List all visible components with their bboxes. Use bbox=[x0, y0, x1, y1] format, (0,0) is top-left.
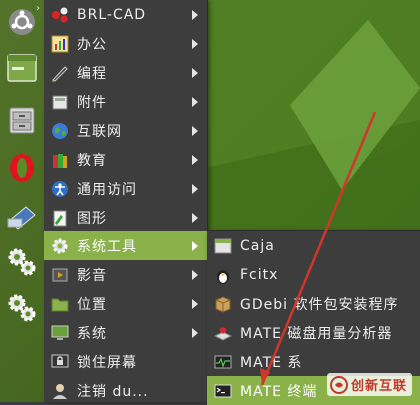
watermark-text: 创新互联 bbox=[350, 379, 407, 394]
settings-gears-icon[interactable] bbox=[4, 244, 40, 280]
menu-item-accessibility[interactable]: 通用访问 bbox=[44, 174, 207, 203]
lock-screen-icon bbox=[50, 352, 70, 372]
applications-menu: BRL-CAD 办公 编程 附件 互联网 教育 通用访问 图形 系统工具 影音 … bbox=[44, 0, 208, 402]
menu-item-label: 通用访问 bbox=[77, 181, 137, 198]
menu-item-education[interactable]: 教育 bbox=[44, 145, 207, 174]
menu-item-label: 注销 du... bbox=[77, 383, 149, 400]
submenu-arrow-icon bbox=[192, 67, 198, 78]
menu-item-label: 系统工具 bbox=[77, 238, 137, 255]
menu-item-label: BRL-CAD bbox=[77, 6, 147, 23]
submenu-arrow-icon bbox=[192, 240, 198, 251]
submenu-arrow-icon bbox=[192, 327, 198, 338]
submenu-arrow-icon bbox=[192, 298, 198, 309]
menu-item-label: 附件 bbox=[77, 94, 107, 111]
system-monitor-icon bbox=[50, 323, 70, 343]
menu-item-multimedia[interactable]: 影音 bbox=[44, 260, 207, 289]
submenu-item-label: MATE 终端 bbox=[240, 383, 318, 400]
submenu-item-caja[interactable]: Caja bbox=[207, 231, 420, 260]
disk-usage-icon bbox=[213, 323, 233, 343]
multimedia-icon bbox=[50, 265, 70, 285]
terminal-icon bbox=[213, 381, 233, 401]
internet-globe-icon bbox=[50, 121, 70, 141]
submenu-arrow-icon bbox=[192, 154, 198, 165]
scanner-icon[interactable] bbox=[4, 198, 40, 234]
menu-item-lock-screen[interactable]: 锁住屏幕 bbox=[44, 347, 207, 376]
menu-item-system-tools[interactable]: 系统工具 bbox=[44, 231, 207, 260]
menu-item-places[interactable]: 位置 bbox=[44, 289, 207, 318]
logout-user-icon bbox=[50, 381, 70, 401]
file-cabinet-icon[interactable] bbox=[4, 102, 40, 138]
gdebi-package-icon bbox=[213, 294, 233, 314]
menu-item-label: 系统 bbox=[77, 325, 107, 342]
menu-item-label: 位置 bbox=[77, 296, 107, 313]
fcitx-penguin-icon bbox=[213, 265, 233, 285]
menu-item-programming[interactable]: 编程 bbox=[44, 58, 207, 87]
menu-item-accessories[interactable]: 附件 bbox=[44, 87, 207, 116]
submenu-item-gdebi[interactable]: GDebi 软件包安装程序 bbox=[207, 289, 420, 318]
submenu-arrow-icon bbox=[192, 212, 198, 223]
places-folder-icon bbox=[50, 294, 70, 314]
submenu-arrow-icon bbox=[192, 125, 198, 136]
accessibility-icon bbox=[50, 179, 70, 199]
menu-item-brlcad[interactable]: BRL-CAD bbox=[44, 0, 207, 29]
menu-item-office[interactable]: 办公 bbox=[44, 29, 207, 58]
caja-file-manager-icon bbox=[213, 236, 233, 256]
menu-item-label: 互联网 bbox=[77, 123, 122, 140]
graphics-icon bbox=[50, 208, 70, 228]
settings-gears-icon[interactable] bbox=[4, 290, 40, 326]
submenu-arrow-icon bbox=[192, 38, 198, 49]
submenu-item-fcitx[interactable]: Fcitx bbox=[207, 260, 420, 289]
menu-item-label: 教育 bbox=[77, 152, 107, 169]
menu-item-label: 图形 bbox=[77, 210, 107, 227]
system-monitor-graph-icon bbox=[213, 352, 233, 372]
system-tools-gear-icon bbox=[50, 236, 70, 256]
submenu-item-label: Caja bbox=[240, 237, 275, 254]
opera-browser-icon[interactable] bbox=[4, 150, 40, 186]
submenu-item-disk-usage[interactable]: MATE 磁盘用量分析器 bbox=[207, 318, 420, 347]
menu-item-label: 办公 bbox=[77, 36, 107, 53]
watermark-logo: 创新互联 bbox=[326, 373, 412, 396]
accessories-icon bbox=[50, 92, 70, 112]
brlcad-icon bbox=[50, 5, 70, 25]
submenu-item-system-monitor[interactable]: MATE 系 bbox=[207, 347, 420, 376]
submenu-item-label: Fcitx bbox=[240, 266, 279, 283]
ubuntu-logo-icon[interactable] bbox=[4, 4, 40, 40]
programming-icon bbox=[50, 63, 70, 83]
submenu-arrow-icon bbox=[192, 269, 198, 280]
menu-item-label: 编程 bbox=[77, 65, 107, 82]
submenu-item-label: MATE 磁盘用量分析器 bbox=[240, 325, 393, 342]
submenu-item-label: GDebi 软件包安装程序 bbox=[240, 296, 399, 313]
submenu-arrow-icon bbox=[192, 183, 198, 194]
menu-item-internet[interactable]: 互联网 bbox=[44, 116, 207, 145]
menu-item-system[interactable]: 系统 bbox=[44, 318, 207, 347]
submenu-arrow-icon bbox=[192, 96, 198, 107]
menu-item-label: 影音 bbox=[77, 267, 107, 284]
menu-item-label: 锁住屏幕 bbox=[77, 354, 137, 371]
window-list-icon[interactable] bbox=[4, 50, 40, 86]
office-icon bbox=[50, 34, 70, 54]
menu-item-graphics[interactable]: 图形 bbox=[44, 203, 207, 232]
submenu-arrow-icon bbox=[192, 9, 198, 20]
menu-item-logout[interactable]: 注销 du... bbox=[44, 376, 207, 405]
watermark-icon bbox=[329, 375, 348, 394]
left-dock: › bbox=[0, 0, 44, 402]
submenu-item-label: MATE 系 bbox=[240, 354, 303, 371]
education-icon bbox=[50, 150, 70, 170]
